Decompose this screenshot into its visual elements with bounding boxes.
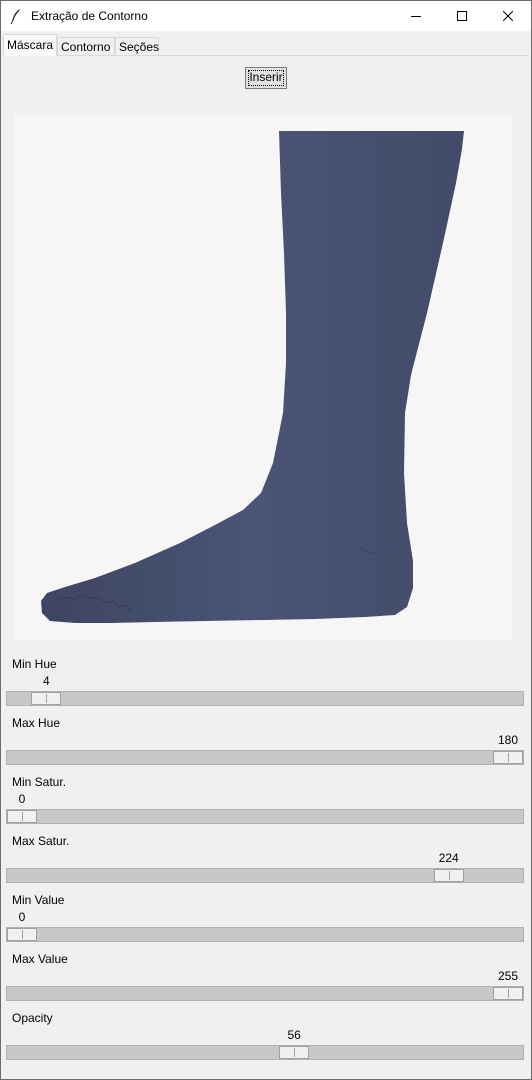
scale-value: 180 [497,733,519,747]
close-button[interactable] [485,1,531,31]
scale-max-satur: Max Satur. 224 [6,834,525,886]
slider-handle[interactable] [7,810,37,823]
scale-trough[interactable] [6,691,524,706]
scale-trough[interactable] [6,1045,524,1060]
maximize-button[interactable] [439,1,485,31]
image-preview [15,113,512,640]
slider-handle[interactable] [7,928,37,941]
minimize-icon [411,16,421,17]
scale-min-satur: Min Satur. 0 [6,775,525,827]
maximize-icon [457,11,467,21]
scale-label: Opacity [12,1011,53,1025]
scale-label: Min Hue [12,657,57,671]
slider-handle[interactable] [279,1046,310,1059]
scale-label: Max Value [12,952,68,966]
tab-secoes[interactable]: Seções [115,37,159,55]
scale-value: 0 [18,792,26,806]
slider-handle[interactable] [433,869,464,882]
scale-value: 0 [18,910,26,924]
scale-trough[interactable] [6,868,524,883]
scale-value: 56 [287,1028,301,1042]
scale-min-hue: Min Hue 4 [6,657,525,709]
close-icon [503,11,513,21]
foot-mask-image [41,131,464,623]
window-title: Extração de Contorno [31,9,148,23]
title-bar[interactable]: Extração de Contorno [1,1,531,31]
scale-max-value: Max Value 255 [6,952,525,1004]
scale-trough[interactable] [6,986,524,1001]
scale-label: Max Satur. [12,834,70,848]
scale-value: 4 [42,674,50,688]
scale-trough[interactable] [6,927,524,942]
feather-icon [10,9,20,24]
slider-handle[interactable] [493,987,523,1000]
tab-mascara[interactable]: Máscara [3,34,57,56]
scale-value: 255 [497,969,519,983]
app-window: Extração de Contorno Máscara Contorno Se… [0,0,532,1080]
minimize-button[interactable] [393,1,439,31]
scale-trough[interactable] [6,750,524,765]
tab-contorno[interactable]: Contorno [57,37,115,55]
slider-handle[interactable] [493,751,523,764]
insert-button[interactable]: Inserir [245,67,287,89]
scale-max-hue: Max Hue 180 [6,716,525,768]
scale-trough[interactable] [6,809,524,824]
scale-value: 224 [438,851,459,865]
scale-label: Min Satur. [12,775,67,789]
notebook-tabs: Máscara Contorno Seções [3,34,529,56]
scale-label: Max Hue [12,716,61,730]
scale-label: Min Value [12,893,65,907]
scale-opacity: Opacity 56 [6,1011,525,1063]
slider-handle[interactable] [31,692,62,705]
scale-min-value: Min Value 0 [6,893,525,945]
